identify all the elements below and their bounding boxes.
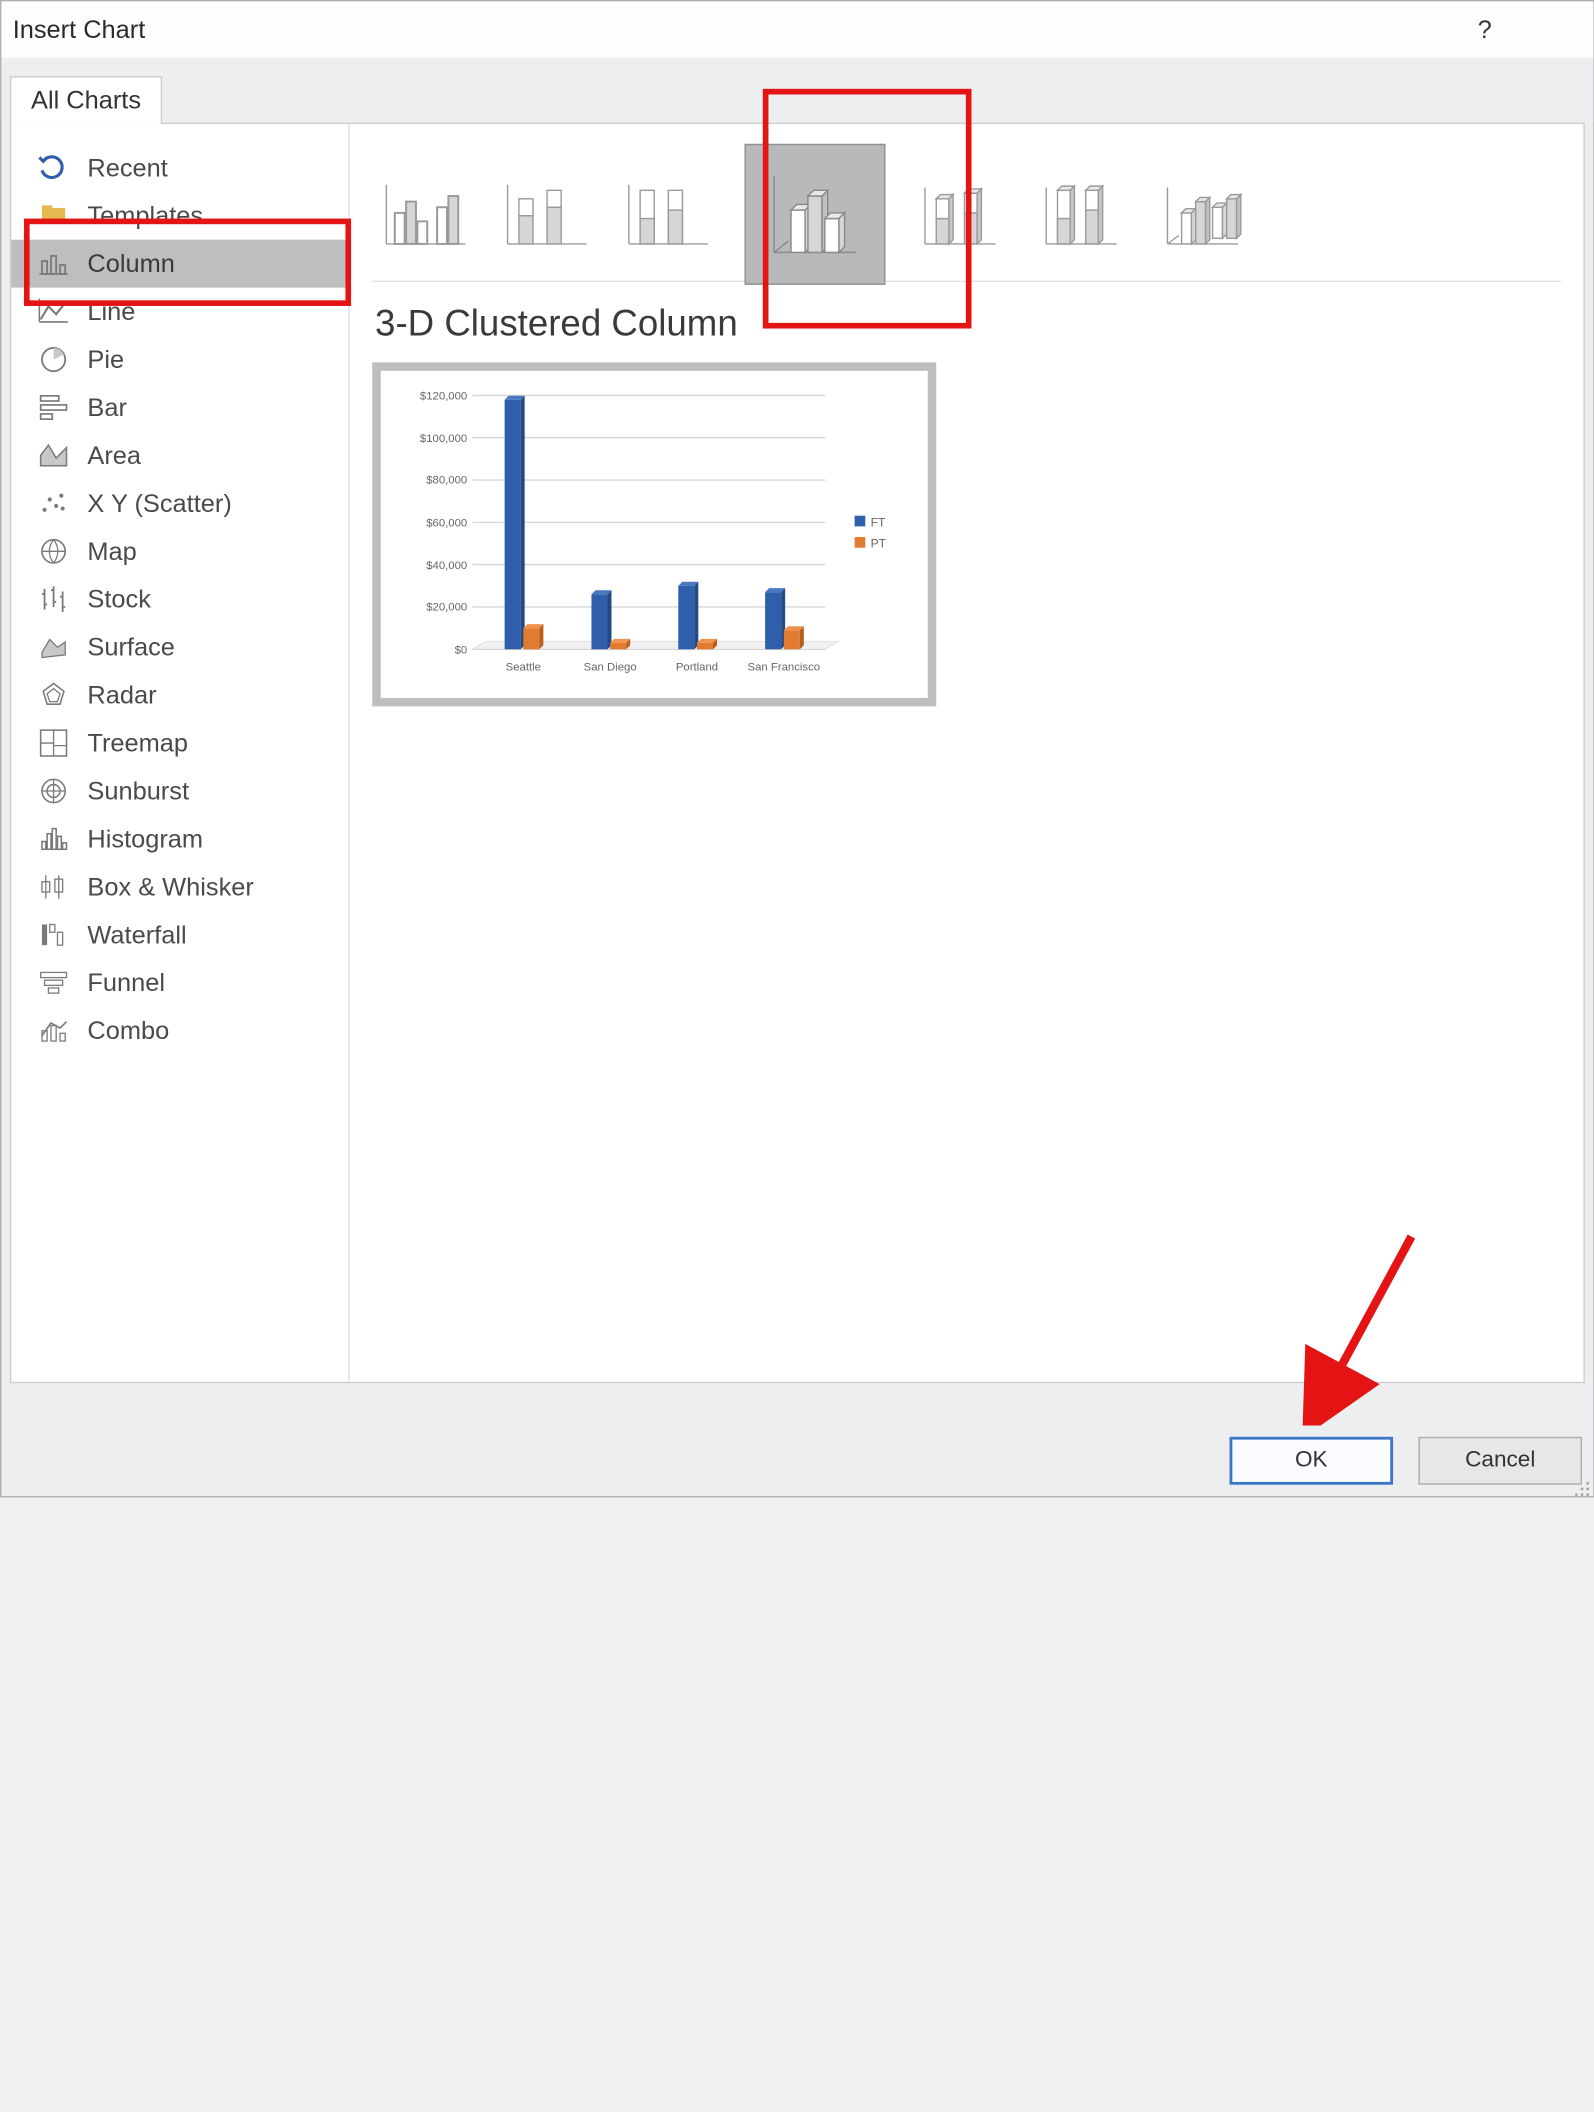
sidebar-item-map[interactable]: Map bbox=[11, 527, 348, 575]
sidebar-item-label: Histogram bbox=[87, 824, 203, 854]
waterfall-icon bbox=[37, 918, 71, 952]
sidebar-item-label: Stock bbox=[87, 584, 150, 614]
help-icon: ? bbox=[1478, 15, 1492, 45]
treemap-icon bbox=[37, 726, 71, 760]
sidebar-item-label: Waterfall bbox=[87, 920, 186, 950]
cancel-button[interactable]: Cancel bbox=[1418, 1437, 1582, 1485]
subtype-row bbox=[372, 147, 1561, 282]
window-title: Insert Chart bbox=[13, 15, 146, 45]
sunburst-icon bbox=[37, 774, 71, 808]
chart-subtype-title: 3-D Clustered Column bbox=[375, 302, 1561, 346]
sidebar-item-surface[interactable]: Surface bbox=[11, 623, 348, 671]
chart-preview[interactable]: $0 $20,000 $40,000 $60,000 $80,000 $100,… bbox=[372, 362, 936, 706]
xcat-3: San Francisco bbox=[748, 662, 821, 674]
sidebar-item-pie[interactable]: Pie bbox=[11, 336, 348, 384]
chart-legend: FT PT bbox=[855, 515, 887, 550]
tab-all-charts[interactable]: All Charts bbox=[10, 76, 162, 124]
sidebar-item-label: X Y (Scatter) bbox=[87, 489, 231, 519]
chart-type-sidebar: Recent Templates Column Line bbox=[11, 124, 349, 1382]
bars-sanfrancisco bbox=[765, 588, 804, 649]
subtype-3d-100-stacked-column[interactable] bbox=[1038, 176, 1128, 252]
sidebar-item-box-whisker[interactable]: Box & Whisker bbox=[11, 863, 348, 911]
map-icon bbox=[37, 534, 71, 568]
title-bar: Insert Chart ? bbox=[1, 1, 1593, 57]
subtype-clustered-column[interactable] bbox=[381, 176, 471, 252]
funnel-icon bbox=[37, 966, 71, 1000]
close-button[interactable] bbox=[1517, 7, 1582, 52]
content-area: 3-D Clustered Column bbox=[350, 124, 1584, 1382]
ytick-5: $100,000 bbox=[420, 433, 467, 445]
sidebar-item-label: Column bbox=[87, 249, 174, 279]
ytick-1: $20,000 bbox=[426, 602, 467, 614]
templates-icon bbox=[37, 199, 71, 233]
sidebar-item-label: Templates bbox=[87, 201, 203, 231]
bars-sandiego bbox=[591, 590, 630, 649]
sidebar-item-treemap[interactable]: Treemap bbox=[11, 719, 348, 767]
sidebar-item-stock[interactable]: Stock bbox=[11, 575, 348, 623]
legend-pt: PT bbox=[871, 537, 887, 551]
sidebar-item-area[interactable]: Area bbox=[11, 431, 348, 479]
surface-icon bbox=[37, 630, 71, 664]
sidebar-item-label: Area bbox=[87, 441, 141, 471]
subtype-3d-column[interactable] bbox=[1159, 176, 1249, 252]
sidebar-item-label: Recent bbox=[87, 153, 167, 183]
ytick-6: $120,000 bbox=[420, 390, 467, 402]
xcat-1: San Diego bbox=[584, 662, 637, 674]
tab-strip: All Charts bbox=[1, 58, 1593, 123]
sidebar-item-label: Combo bbox=[87, 1016, 169, 1046]
radar-icon bbox=[37, 678, 71, 712]
subtype-3d-stacked-column[interactable] bbox=[917, 176, 1007, 252]
subtype-stacked-column[interactable] bbox=[502, 176, 592, 252]
box-whisker-icon bbox=[37, 870, 71, 904]
subtype-3d-clustered-column[interactable] bbox=[744, 143, 885, 284]
column-icon bbox=[37, 247, 71, 281]
resize-grip[interactable] bbox=[1571, 1473, 1591, 1493]
sidebar-item-combo[interactable]: Combo bbox=[11, 1007, 348, 1055]
pie-icon bbox=[37, 343, 71, 377]
sidebar-item-label: Pie bbox=[87, 345, 124, 375]
sidebar-item-label: Line bbox=[87, 297, 135, 327]
ytick-2: $40,000 bbox=[426, 560, 467, 572]
combo-icon bbox=[37, 1014, 71, 1048]
sidebar-item-templates[interactable]: Templates bbox=[11, 192, 348, 240]
sidebar-item-bar[interactable]: Bar bbox=[11, 384, 348, 432]
sidebar-item-label: Map bbox=[87, 537, 136, 567]
sidebar-item-recent[interactable]: Recent bbox=[11, 144, 348, 192]
sidebar-item-label: Sunburst bbox=[87, 776, 189, 806]
subtype-100-stacked-column[interactable] bbox=[623, 176, 713, 252]
sidebar-item-waterfall[interactable]: Waterfall bbox=[11, 911, 348, 959]
sidebar-item-histogram[interactable]: Histogram bbox=[11, 815, 348, 863]
area-icon bbox=[37, 439, 71, 473]
main-panel: Recent Templates Column Line bbox=[10, 123, 1585, 1384]
sidebar-item-label: Bar bbox=[87, 393, 127, 423]
ok-button[interactable]: OK bbox=[1230, 1437, 1394, 1485]
sidebar-item-funnel[interactable]: Funnel bbox=[11, 959, 348, 1007]
sidebar-item-scatter[interactable]: X Y (Scatter) bbox=[11, 479, 348, 527]
ytick-3: $60,000 bbox=[426, 517, 467, 529]
sidebar-item-label: Treemap bbox=[87, 728, 188, 758]
sidebar-item-sunburst[interactable]: Sunburst bbox=[11, 767, 348, 815]
scatter-icon bbox=[37, 486, 71, 520]
sidebar-item-label: Surface bbox=[87, 632, 174, 662]
ytick-4: $80,000 bbox=[426, 475, 467, 487]
histogram-icon bbox=[37, 822, 71, 856]
sidebar-item-label: Radar bbox=[87, 680, 156, 710]
bar-icon bbox=[37, 391, 71, 425]
bars-portland bbox=[678, 582, 717, 649]
sidebar-item-column[interactable]: Column bbox=[11, 240, 348, 288]
sidebar-item-radar[interactable]: Radar bbox=[11, 671, 348, 719]
stock-icon bbox=[37, 582, 71, 616]
recent-icon bbox=[37, 151, 71, 185]
sidebar-item-label: Box & Whisker bbox=[87, 872, 253, 902]
xcat-2: Portland bbox=[676, 662, 718, 674]
help-button[interactable]: ? bbox=[1452, 7, 1517, 52]
ytick-0: $0 bbox=[455, 644, 468, 656]
xcat-0: Seattle bbox=[506, 662, 541, 674]
chart-preview-svg: $0 $20,000 $40,000 $60,000 $80,000 $100,… bbox=[392, 382, 917, 687]
sidebar-item-label: Funnel bbox=[87, 968, 165, 998]
dialog-footer: OK Cancel bbox=[1230, 1437, 1583, 1485]
legend-ft: FT bbox=[871, 515, 886, 529]
line-icon bbox=[37, 295, 71, 329]
sidebar-item-line[interactable]: Line bbox=[11, 288, 348, 336]
